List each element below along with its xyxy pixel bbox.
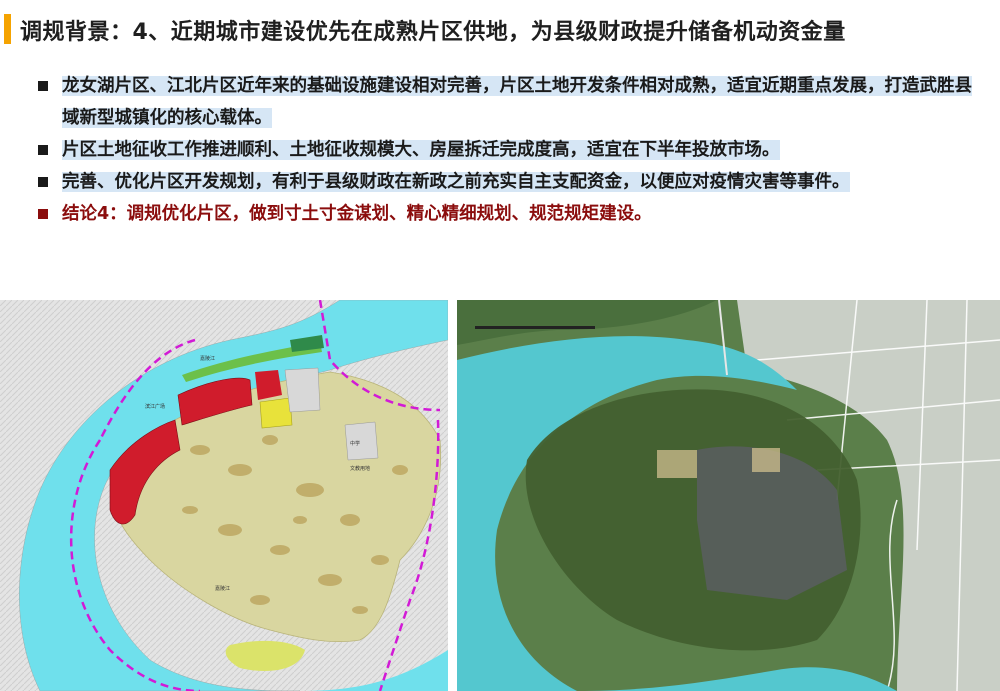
map-label-square: 滨江广场 bbox=[145, 403, 165, 410]
bullet-item-1: 龙女湖片区、江北片区近年来的基础设施建设相对完善，片区土地开发条件相对成熟，适宜… bbox=[36, 70, 986, 134]
bullet-text: 完善、优化片区开发规划，有利于县级财政在新政之前充实自主支配资金，以便应对疫情灾… bbox=[62, 172, 850, 192]
bullet-square-icon bbox=[38, 145, 48, 155]
map-label-culture: 文教用地 bbox=[350, 465, 370, 472]
bullet-square-icon bbox=[38, 177, 48, 187]
bullet-square-icon bbox=[38, 81, 48, 91]
conclusion-text: 结论4：调规优化片区，做到寸土寸金谋划、精心精细规划、规范规矩建设。 bbox=[62, 204, 652, 224]
title-bar: 调规背景：4、近期城市建设优先在成熟片区供地，为县级财政提升储备机动资金量 bbox=[0, 8, 1000, 48]
map-label-river-2: 嘉陵江 bbox=[215, 585, 230, 592]
title-accent-bar bbox=[4, 14, 11, 44]
bullet-item-2: 片区土地征收工作推进顺利、土地征收规模大、房屋拆迁完成度高，适宜在下半年投放市场… bbox=[36, 134, 986, 166]
bullet-text: 龙女湖片区、江北片区近年来的基础设施建设相对完善，片区土地开发条件相对成熟，适宜… bbox=[62, 76, 972, 128]
land-use-plan-map: 嘉陵江 嘉陵江 滨江广场 中学 文教用地 bbox=[0, 300, 448, 691]
bullet-list: 龙女湖片区、江北片区近年来的基础设施建设相对完善，片区土地开发条件相对成熟，适宜… bbox=[36, 70, 986, 230]
bullet-text: 片区土地征收工作推进顺利、土地征收规模大、房屋拆迁完成度高，适宜在下半年投放市场… bbox=[62, 140, 780, 160]
satellite-image-map bbox=[457, 300, 1000, 691]
bullet-item-3: 完善、优化片区开发规划，有利于县级财政在新政之前充实自主支配资金，以便应对疫情灾… bbox=[36, 166, 986, 198]
map-label-river: 嘉陵江 bbox=[200, 355, 215, 362]
bullet-square-icon bbox=[38, 209, 48, 219]
bullet-item-conclusion: 结论4：调规优化片区，做到寸土寸金谋划、精心精细规划、规范规矩建设。 bbox=[36, 198, 986, 230]
map-label-school: 中学 bbox=[350, 440, 360, 447]
page-title: 调规背景：4、近期城市建设优先在成熟片区供地，为县级财政提升储备机动资金量 bbox=[20, 20, 846, 45]
